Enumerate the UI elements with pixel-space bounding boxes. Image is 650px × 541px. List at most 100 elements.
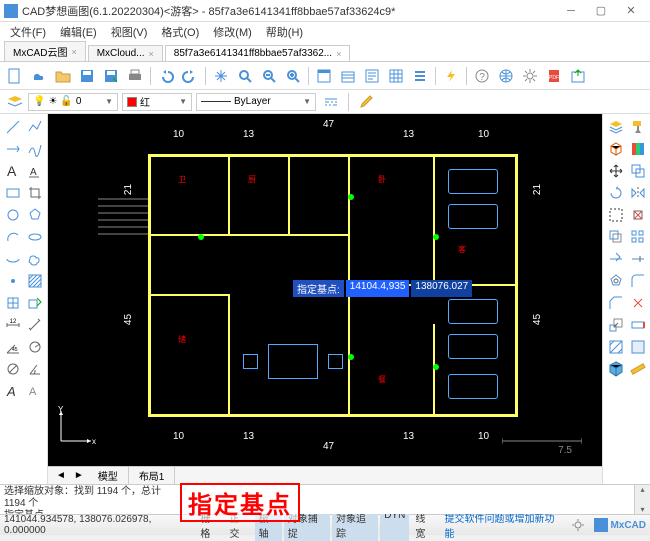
tab-next[interactable]: ► (70, 470, 88, 481)
grid-button[interactable] (385, 65, 407, 87)
globe-button[interactable] (495, 65, 517, 87)
save-button[interactable] (76, 65, 98, 87)
menu-item[interactable]: 文件(F) (4, 22, 52, 42)
linetype-manager-button[interactable] (320, 91, 342, 113)
hatch-edit-tool[interactable] (605, 336, 626, 357)
polyline-tool[interactable] (24, 116, 45, 137)
break-tool[interactable] (605, 270, 626, 291)
spline-tool[interactable] (24, 138, 45, 159)
offset-tool[interactable] (605, 226, 626, 247)
polygon-tool[interactable] (24, 204, 45, 225)
mirror-tool[interactable] (627, 182, 648, 203)
redo-button[interactable] (179, 65, 201, 87)
close-tab-icon[interactable]: × (149, 49, 154, 59)
circle-tool[interactable] (2, 204, 23, 225)
line-tool[interactable] (2, 116, 23, 137)
ellipse-tool[interactable] (24, 226, 45, 247)
color-dropdown[interactable]: 红 ▼ (122, 93, 192, 111)
select-box-tool[interactable] (605, 204, 626, 225)
text-annotation-tool[interactable]: A (24, 380, 45, 401)
maximize-button[interactable]: ▢ (586, 1, 616, 21)
chamfer-tool[interactable] (605, 292, 626, 313)
export-button[interactable] (567, 65, 589, 87)
save-as-button[interactable] (100, 65, 122, 87)
list-button[interactable] (409, 65, 431, 87)
menu-item[interactable]: 编辑(E) (54, 22, 103, 42)
window-button[interactable] (313, 65, 335, 87)
stretch-tool[interactable] (627, 314, 648, 335)
trim-tool[interactable] (605, 248, 626, 269)
zoom-in-button[interactable] (282, 65, 304, 87)
angle-45-tool[interactable]: 45 (2, 336, 23, 357)
text-style-tool[interactable]: A (2, 380, 23, 401)
tab-prev[interactable]: ◄ (52, 470, 70, 481)
linetype-dropdown[interactable]: ByLayer ▼ (196, 93, 316, 111)
settings-button[interactable] (519, 65, 541, 87)
text-large-tool[interactable]: A (2, 160, 23, 181)
menu-item[interactable]: 帮助(H) (260, 22, 309, 42)
extend-tool[interactable] (627, 248, 648, 269)
pan-button[interactable] (210, 65, 232, 87)
pdf-button[interactable]: PDF (543, 65, 565, 87)
tab-layout1[interactable]: 布局1 (129, 467, 176, 484)
revcloud-tool[interactable] (24, 248, 45, 269)
view-cube-button[interactable] (605, 138, 626, 159)
cloud-open-button[interactable] (28, 65, 50, 87)
crop-tool[interactable] (24, 182, 45, 203)
pencil-button[interactable] (355, 91, 377, 113)
paint-format-button[interactable] (627, 116, 648, 137)
layers-button[interactable] (337, 65, 359, 87)
ray-tool[interactable] (2, 138, 23, 159)
menu-item[interactable]: 格式(O) (155, 22, 205, 42)
text-small-tool[interactable]: A (24, 160, 45, 181)
region-tool[interactable] (627, 336, 648, 357)
bolt-button[interactable] (440, 65, 462, 87)
close-tab-icon[interactable]: × (71, 47, 76, 57)
layer-manager-button[interactable] (4, 91, 26, 113)
scale-tool[interactable] (605, 314, 626, 335)
properties-button[interactable] (361, 65, 383, 87)
menu-item[interactable]: 视图(V) (105, 22, 154, 42)
nav-cube-button[interactable] (605, 358, 626, 379)
dim-angular-tool[interactable] (24, 358, 45, 379)
point-tool[interactable] (2, 270, 23, 291)
fillet-tool[interactable] (627, 270, 648, 291)
status-settings-icon[interactable] (567, 514, 588, 536)
drawing-canvas[interactable]: 卫 厨 卧 客 储 餐 10 13 47 13 10 10 13 (48, 114, 602, 466)
array-tool[interactable] (627, 226, 648, 247)
command-area[interactable]: 选择缩放对象：找到 1194 个，总计 1194 个 指定基点 指定基点 ▴▾ (0, 484, 650, 514)
dim-radius-tool[interactable] (24, 336, 45, 357)
rotate-tool[interactable] (605, 182, 626, 203)
zoom-out-button[interactable] (258, 65, 280, 87)
command-scrollbar[interactable]: ▴▾ (634, 485, 650, 514)
open-folder-button[interactable] (52, 65, 74, 87)
print-button[interactable] (124, 65, 146, 87)
explode-tool[interactable] (627, 292, 648, 313)
document-tab[interactable]: 85f7a3e6141341ff8bbae57af3362...× (165, 45, 351, 61)
zoom-window-button[interactable] (234, 65, 256, 87)
minimize-button[interactable]: ─ (556, 1, 586, 21)
new-file-button[interactable] (4, 65, 26, 87)
menu-item[interactable]: 修改(M) (207, 22, 258, 42)
tab-model[interactable]: 模型 (88, 467, 129, 484)
document-tab[interactable]: MxCloud...× (88, 45, 163, 61)
close-tab-icon[interactable]: × (336, 49, 341, 59)
close-button[interactable]: ✕ (616, 1, 646, 21)
rectangle-tool[interactable] (2, 182, 23, 203)
layers-panel-button[interactable] (605, 116, 626, 137)
dim-diameter-tool[interactable] (2, 358, 23, 379)
layer-dropdown[interactable]: 💡 ☀ 🔓 0 ▼ (28, 93, 118, 111)
color-book-button[interactable] (627, 138, 648, 159)
help-button[interactable]: ? (471, 65, 493, 87)
move-tool[interactable] (605, 160, 626, 181)
hatch-tool[interactable] (24, 270, 45, 291)
block-tool[interactable] (2, 292, 23, 313)
feedback-link[interactable]: 提交软件问题或增加新功能 (444, 510, 561, 540)
erase-tool[interactable] (627, 204, 648, 225)
insert-tool[interactable] (24, 292, 45, 313)
dimension-tool[interactable]: 12 (2, 314, 23, 335)
arc-tool[interactable] (2, 226, 23, 247)
measure-ruler-tool[interactable] (627, 358, 648, 379)
document-tab[interactable]: MxCAD云图× (4, 41, 86, 61)
undo-button[interactable] (155, 65, 177, 87)
